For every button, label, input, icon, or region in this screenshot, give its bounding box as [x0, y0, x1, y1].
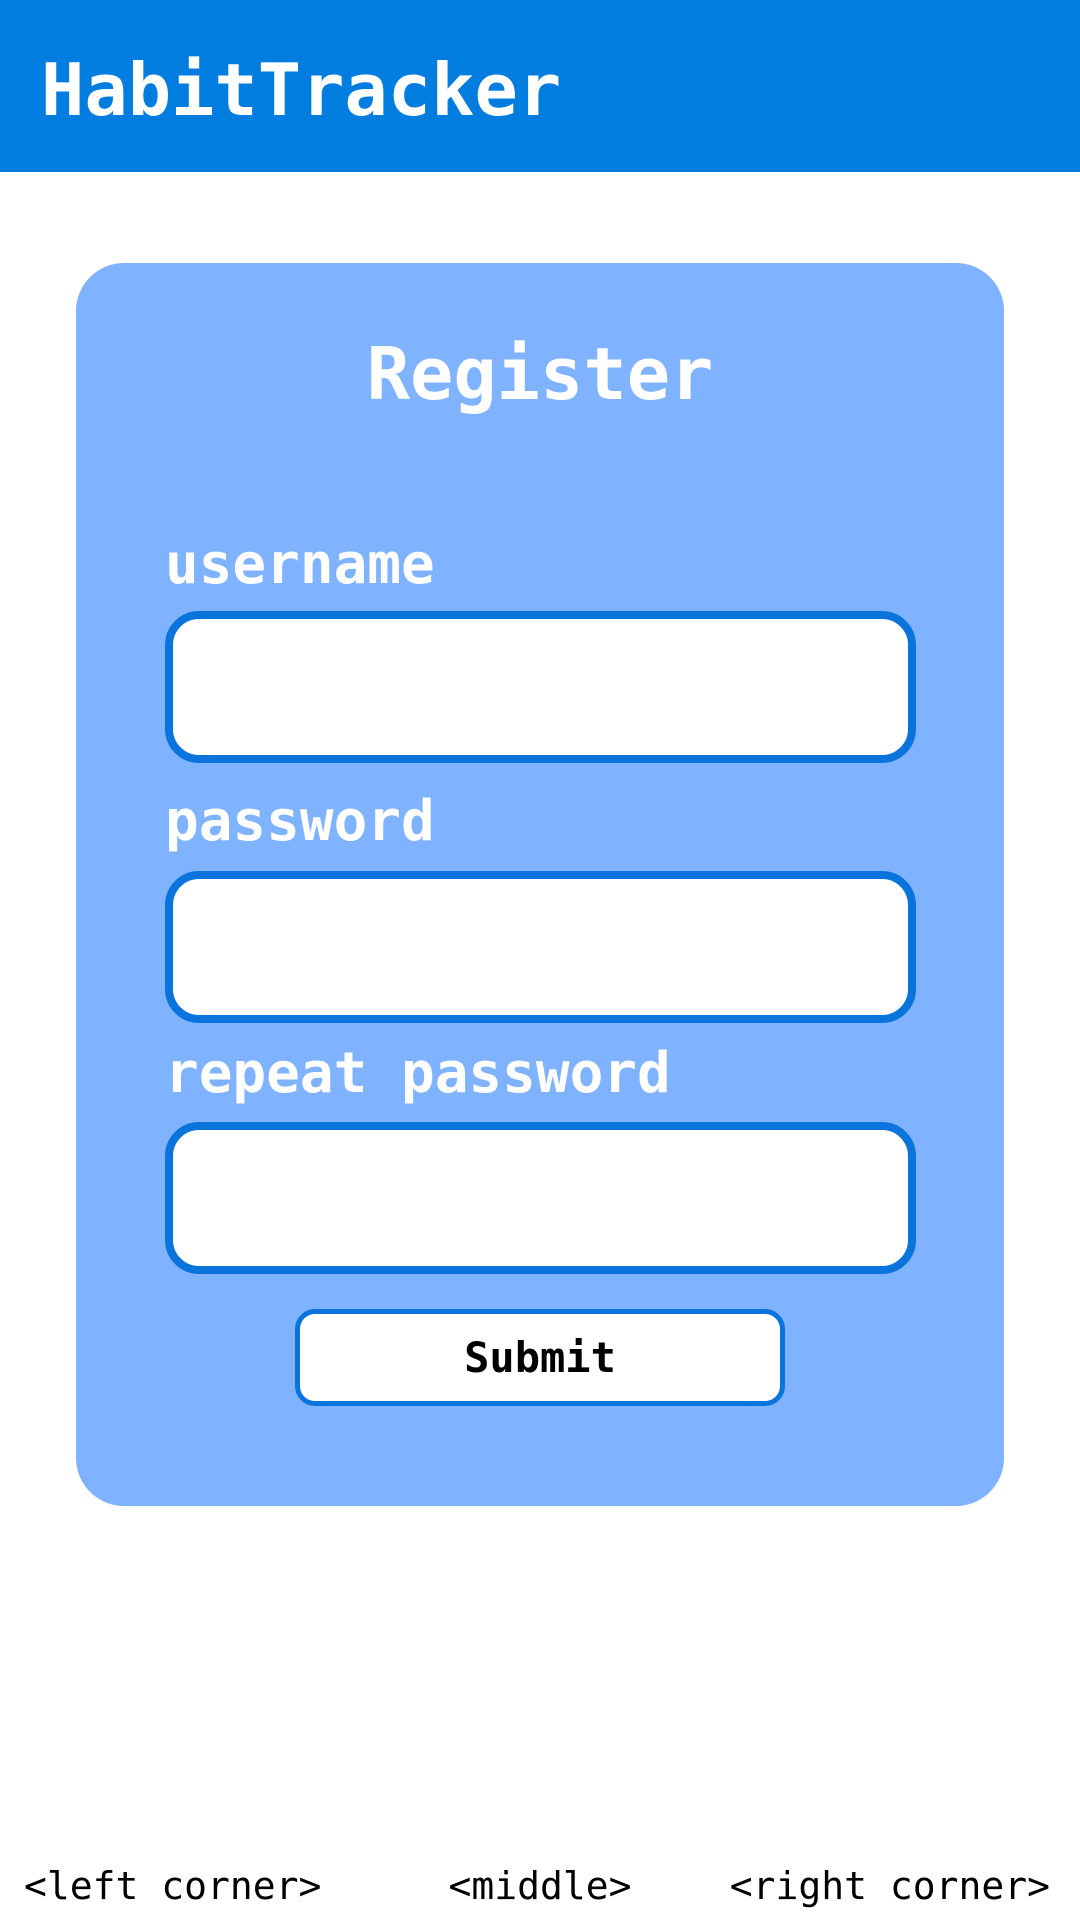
password-label: password [165, 789, 435, 854]
app-header: HabitTracker [0, 0, 1080, 172]
footer-right-corner: <right corner> [729, 1864, 1050, 1908]
username-label: username [165, 532, 435, 597]
register-title: Register [366, 332, 714, 416]
app-title: HabitTracker [41, 48, 562, 132]
register-page: HabitTracker Register username password … [0, 0, 1080, 1920]
submit-button[interactable]: Submit [295, 1309, 785, 1406]
footer: <left corner> <middle> <right corner> [0, 1862, 1080, 1912]
username-input[interactable] [165, 611, 916, 763]
register-card: Register username password repeat passwo… [76, 263, 1004, 1506]
repeat-password-input[interactable] [165, 1122, 916, 1274]
password-input[interactable] [165, 871, 916, 1023]
repeat-password-label: repeat password [165, 1041, 671, 1106]
